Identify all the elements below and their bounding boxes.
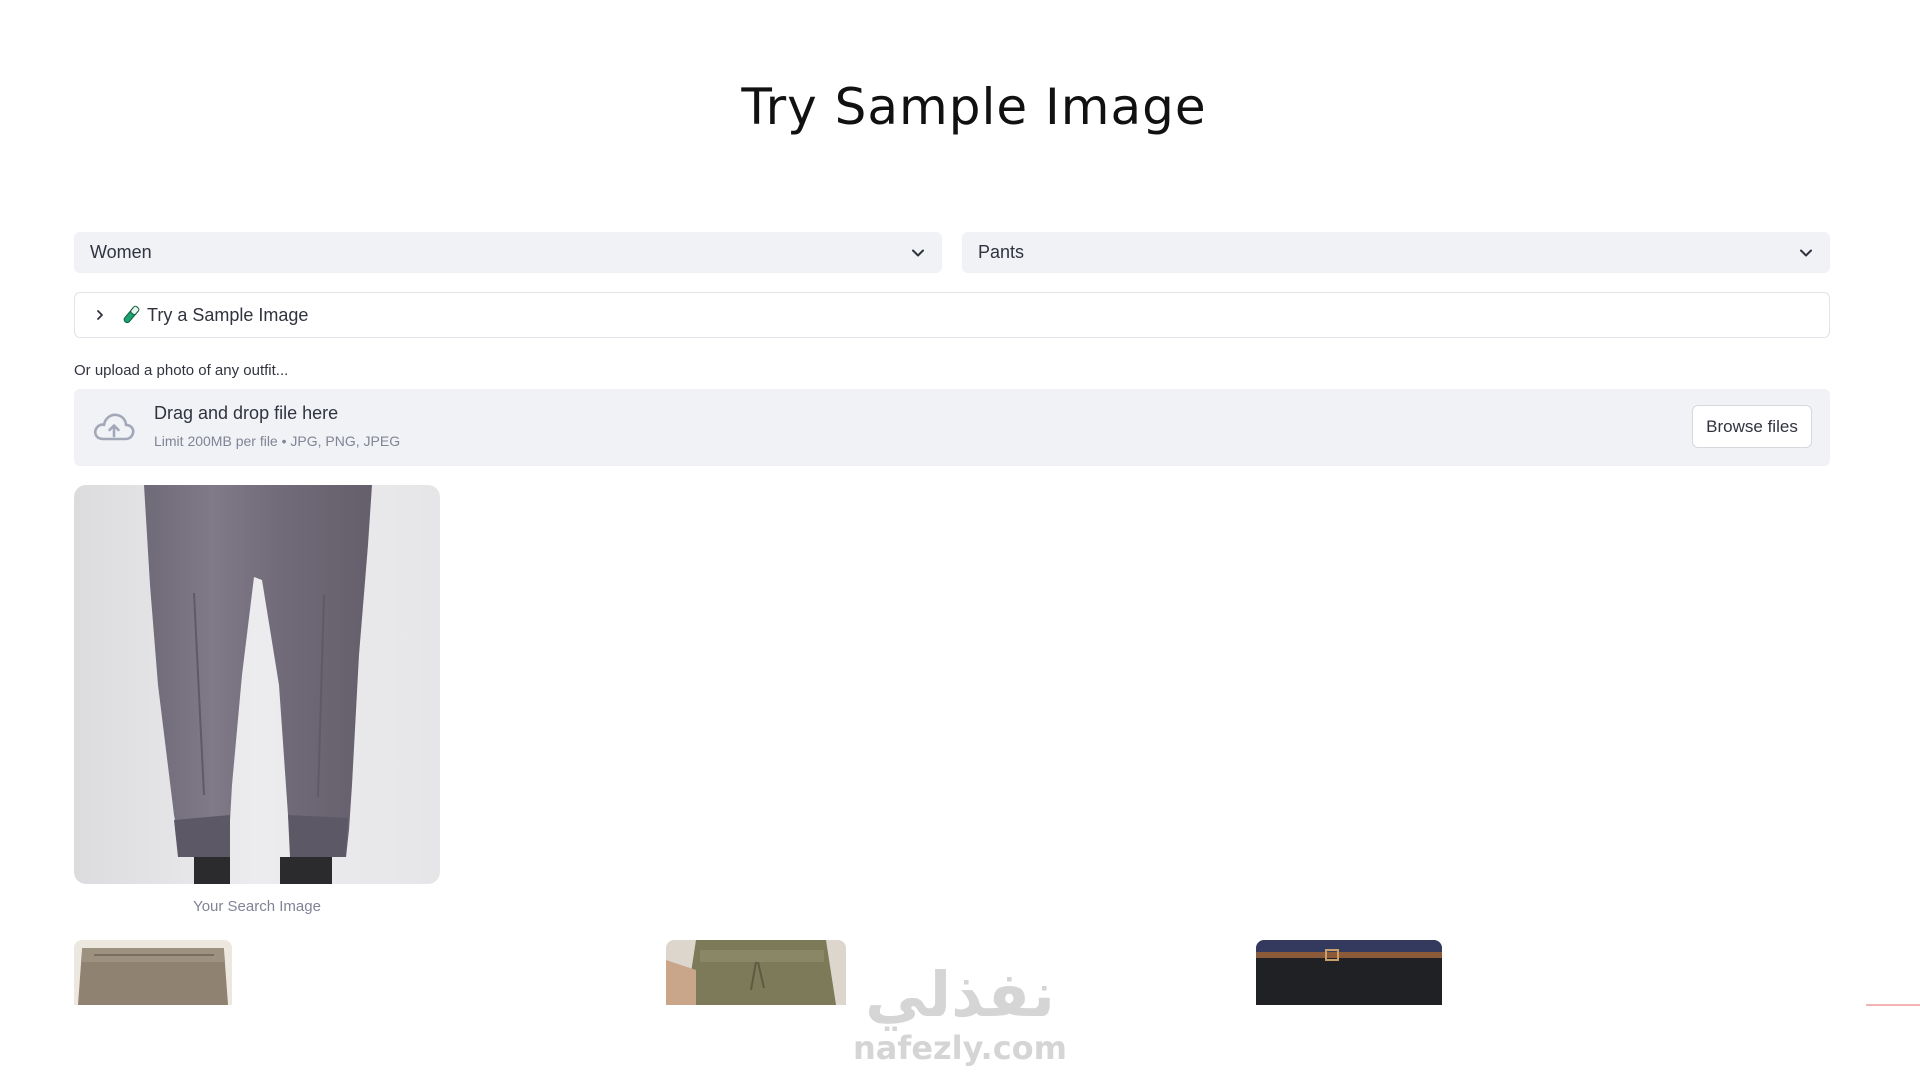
gender-select[interactable]: Women — [74, 232, 942, 273]
category-select[interactable]: Pants — [962, 232, 1830, 273]
result-image[interactable] — [1256, 940, 1442, 1005]
dropzone-title: Drag and drop file here — [154, 403, 339, 423]
chevron-down-icon — [1800, 249, 1812, 256]
upload-label: Or upload a photo of any outfit... — [74, 362, 289, 379]
file-dropzone[interactable]: Drag and drop file here Limit 200MB per … — [74, 389, 1830, 466]
search-image-caption: Your Search Image — [193, 898, 321, 915]
result-photo — [1256, 940, 1442, 1005]
result-photo — [74, 940, 232, 1005]
watermark-arabic: نفذلي — [865, 958, 1055, 1031]
page-title: Try Sample Image — [741, 78, 1207, 136]
sample-image-expander-label: Try a Sample Image — [147, 304, 309, 325]
chevron-down-icon — [912, 249, 924, 256]
search-image — [74, 485, 440, 884]
browse-files-button[interactable]: Browse files — [1692, 405, 1812, 448]
cloud-upload-icon — [93, 413, 135, 441]
dropzone-limit: Limit 200MB per file • JPG, PNG, JPEG — [154, 433, 401, 449]
search-image-photo — [74, 485, 440, 884]
app-page: Try Sample Image Women Pants Try a Sampl… — [0, 0, 1920, 1080]
gender-select-value: Women — [90, 242, 152, 262]
watermark-latin: nafezly.com — [853, 1029, 1067, 1067]
result-image[interactable] — [74, 940, 232, 1005]
category-select-value: Pants — [978, 242, 1025, 262]
result-image[interactable] — [666, 940, 846, 1005]
result-photo — [666, 940, 846, 1005]
watermark: نفذلي nafezly.com — [850, 958, 1070, 1067]
flask-icon — [123, 305, 140, 324]
sample-image-expander[interactable]: Try a Sample Image — [74, 292, 1830, 338]
chevron-right-icon — [97, 310, 103, 320]
edge-divider — [1866, 1004, 1920, 1006]
